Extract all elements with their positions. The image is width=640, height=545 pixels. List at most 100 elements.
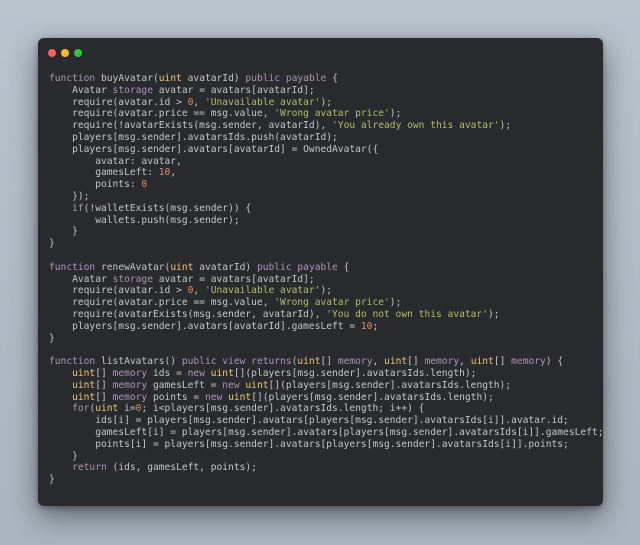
code-token: uint xyxy=(95,403,119,415)
code-token: ); xyxy=(320,285,333,297)
code-line: players[msg.sender].avatarsIds.push(avat… xyxy=(49,132,597,144)
code-token: ; i<players[msg.sender].avatarsIds.lengt… xyxy=(141,403,425,415)
code-token: 'Unavailable avatar' xyxy=(204,96,321,108)
code-token: require(avatar.price == msg.value, xyxy=(49,108,275,120)
code-token: storage xyxy=(112,273,153,285)
code-line: } xyxy=(49,238,597,250)
code-token: [] xyxy=(95,391,113,403)
code-token: uint xyxy=(170,261,194,273)
code-line: uint[] memory ids = new uint[](players[m… xyxy=(49,368,597,380)
code-token: ); xyxy=(389,108,402,120)
code-line: Avatar storage avatar = avatars[avatarId… xyxy=(49,274,597,286)
code-token: (!walletExists(msg.sender)) { xyxy=(83,202,252,214)
code-token: 'Wrong avatar price' xyxy=(274,297,390,309)
code-token: uint xyxy=(210,367,234,379)
code-line: require(avatar.id > 0, 'Unavailable avat… xyxy=(49,285,597,297)
code-token: i= xyxy=(118,403,136,415)
code-token: , xyxy=(459,356,471,368)
code-token: if xyxy=(72,202,84,214)
code-token: function xyxy=(49,73,96,84)
code-token: 10 xyxy=(360,320,373,332)
code-token: new xyxy=(222,379,240,391)
maximize-icon[interactable] xyxy=(74,49,82,57)
code-token: [](players[msg.sender].avatarsIds.length… xyxy=(268,379,512,391)
code-token: gamesLeft = xyxy=(147,379,223,391)
code-token: players[msg.sender].avatarsIds.push(avat… xyxy=(49,131,338,143)
code-token: , xyxy=(193,285,205,297)
code-line: }); xyxy=(49,191,597,203)
code-token: avatarId) xyxy=(193,261,257,273)
code-line: require(avatar.id > 0, 'Unavailable avat… xyxy=(49,97,597,109)
code-token: require(!avatarExists(msg.sender, avatar… xyxy=(49,120,333,132)
code-token: return xyxy=(72,462,107,474)
code-token: memory xyxy=(424,356,460,368)
code-token: 'Wrong avatar price' xyxy=(274,108,390,120)
code-token: Avatar xyxy=(49,84,113,96)
minimize-icon[interactable] xyxy=(61,49,69,57)
code-token: points[i] = players[msg.sender].avatars[… xyxy=(49,438,569,450)
code-line: Avatar storage avatar = avatars[avatarId… xyxy=(49,85,597,97)
code-token: ); xyxy=(499,120,512,132)
code-token: listAvatars() xyxy=(95,356,182,368)
code-line: if(!walletExists(msg.sender)) { xyxy=(49,203,597,215)
code-line: ids[i] = players[msg.sender].avatars[pla… xyxy=(49,415,597,427)
code-token: memory xyxy=(112,367,148,379)
code-token: ); xyxy=(487,308,500,320)
code-token: require(avatar.price == msg.value, xyxy=(49,297,275,309)
code-line: } xyxy=(49,226,597,238)
code-line: require(avatar.price == msg.value, 'Wron… xyxy=(49,297,597,309)
code-token: , xyxy=(193,96,205,108)
code-token: ); xyxy=(320,96,333,108)
code-token: 0 xyxy=(141,179,148,191)
code-token: ids = xyxy=(147,367,188,379)
code-token: players[msg.sender].avatars[avatarId].ga… xyxy=(49,320,361,332)
code-token: new xyxy=(204,391,223,403)
code-token: [] xyxy=(493,356,512,368)
code-line: require(!avatarExists(msg.sender, avatar… xyxy=(49,120,597,132)
code-line: players[msg.sender].avatars[avatarId] = … xyxy=(49,144,597,156)
code-token: , xyxy=(372,356,385,368)
code-line: players[msg.sender].avatars[avatarId].ga… xyxy=(49,321,597,333)
code-token: buyAvatar( xyxy=(95,73,159,84)
code-line: function renewAvatar(uint avatarId) publ… xyxy=(49,262,597,274)
code-line: require(avatarExists(msg.sender, avatarI… xyxy=(49,309,597,321)
code-token: gamesLeft[i] = players[msg.sender].avata… xyxy=(49,426,603,438)
code-token: players[msg.sender].avatars[avatarId] = … xyxy=(49,143,379,155)
code-line: require(avatar.price == msg.value, 'Wron… xyxy=(49,108,597,120)
code-token: for xyxy=(72,403,90,415)
code-token: uint xyxy=(72,379,96,391)
code-token: require(avatarExists(msg.sender, avatarI… xyxy=(49,308,327,320)
close-icon[interactable] xyxy=(48,49,56,57)
code-token: 'Unavailable avatar' xyxy=(204,285,321,297)
code-token: uint xyxy=(72,367,96,379)
code-token: , xyxy=(170,167,177,179)
code-token: [] xyxy=(95,379,113,391)
code-token: function xyxy=(49,261,96,273)
code-token: } xyxy=(49,226,78,238)
code-line: } xyxy=(49,474,597,486)
code-token: 'You do not own this avatar' xyxy=(326,308,488,320)
code-token: uint xyxy=(158,73,182,84)
code-token: 'You already own this avatar' xyxy=(332,120,500,132)
code-line: gamesLeft[i] = players[msg.sender].avata… xyxy=(49,427,603,439)
code-token: { xyxy=(337,261,350,273)
code-token: gamesLeft: xyxy=(49,167,159,179)
code-token: uint xyxy=(297,356,321,368)
code-token: points = xyxy=(147,391,205,403)
code-token: memory xyxy=(337,356,373,368)
code-token: uint xyxy=(228,391,252,403)
code-token: } xyxy=(49,474,55,486)
code-line: wallets.push(msg.sender); xyxy=(49,215,597,227)
code-token: [] xyxy=(407,356,425,368)
code-token: uint xyxy=(384,356,408,368)
code-token: ); xyxy=(389,297,402,309)
code-token: Avatar xyxy=(49,273,113,285)
code-window: function buyAvatar(uint avatarId) public… xyxy=(38,38,603,506)
code-line: avatar: avatar, xyxy=(49,156,597,168)
code-token: avatar = avatars[avatarId]; xyxy=(152,84,315,96)
code-token: avatar: avatar, xyxy=(49,155,182,167)
